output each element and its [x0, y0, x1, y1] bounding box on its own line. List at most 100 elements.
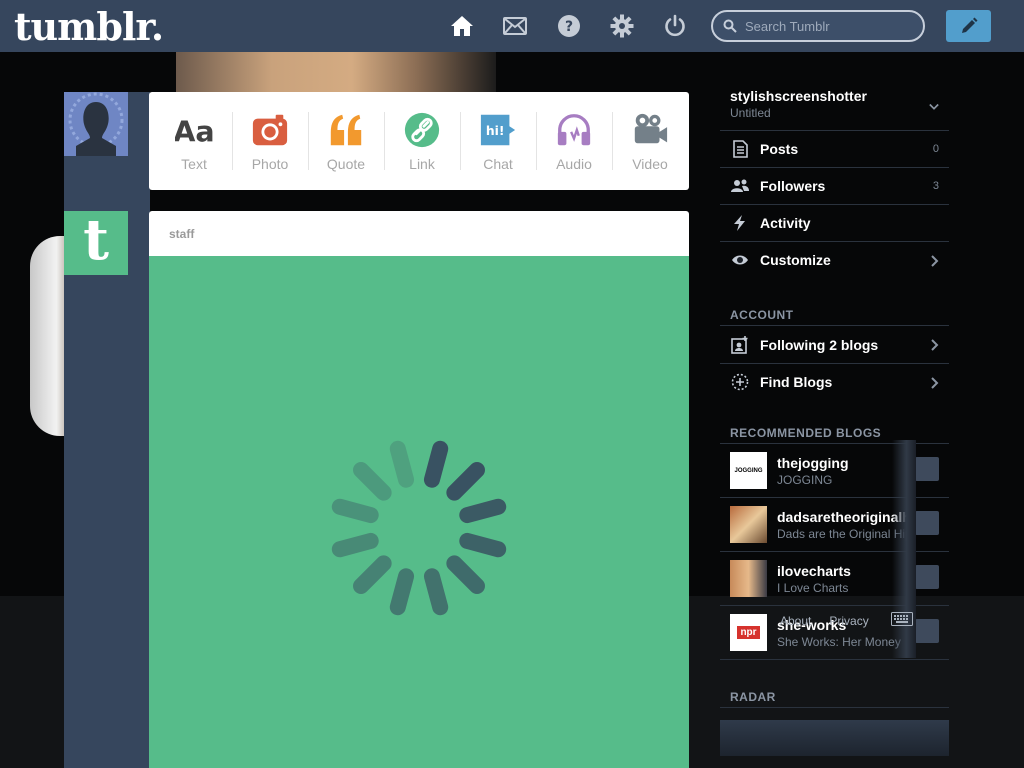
sidebar-item-label: Find Blogs: [760, 374, 833, 390]
recommended-blog-name: thejogging: [777, 454, 849, 471]
spinner-dash: [459, 532, 507, 558]
sidebar-item-following[interactable]: Following 2 blogs: [720, 326, 949, 363]
recommended-blog-desc: I Love Charts: [777, 580, 849, 595]
link-icon: [402, 110, 442, 150]
post-type-photo[interactable]: Photo: [232, 92, 308, 190]
chevron-down-icon[interactable]: [929, 100, 939, 118]
post-type-chat[interactable]: hi! Chat: [460, 92, 536, 190]
blog-header[interactable]: stylishscreenshotter Untitled: [720, 80, 949, 130]
svg-text:?: ?: [565, 19, 573, 35]
sidebar-item-customize[interactable]: Customize: [720, 241, 949, 278]
sidebar-item-label: Followers: [760, 178, 826, 194]
post-type-label: Chat: [483, 156, 513, 172]
recommended-blog-name: dadsaretheoriginalhipster: [777, 508, 907, 525]
post-type-link[interactable]: Link: [384, 92, 460, 190]
post-author[interactable]: staff: [149, 211, 689, 256]
power-icon[interactable]: [661, 12, 689, 40]
compose-post-button[interactable]: [946, 10, 991, 42]
recommended-blog-desc: Dads are the Original Hipster: [777, 526, 907, 541]
footer-links: About Privacy: [780, 612, 931, 629]
avatar-column: [64, 92, 150, 768]
headphones-icon: [554, 110, 594, 150]
spinner-dash: [389, 440, 415, 488]
eye-icon: [730, 250, 750, 270]
about-link[interactable]: About: [780, 614, 811, 628]
followers-count: 3: [932, 180, 939, 192]
user-avatar[interactable]: [64, 92, 128, 156]
post-type-label: Text: [181, 156, 207, 172]
mail-icon[interactable]: [501, 12, 529, 40]
keyboard-icon[interactable]: [890, 612, 913, 629]
recommended-blog-name: ilovecharts: [777, 562, 851, 579]
sidebar-item-find-blogs[interactable]: Find Blogs: [720, 363, 949, 400]
post-type-label: Audio: [556, 156, 592, 172]
post-type-label: Link: [409, 156, 435, 172]
spinner-dash: [446, 462, 485, 501]
top-navigation-bar: tumblr. ?: [0, 0, 1024, 52]
sidebar-item-label: Posts: [760, 141, 799, 157]
tumblr-logo[interactable]: tumblr.: [14, 4, 164, 49]
chevron-right-icon: [929, 254, 939, 272]
spinner-dash: [446, 555, 485, 594]
post-type-label: Quote: [326, 156, 366, 172]
quote-icon: [326, 110, 366, 150]
post-type-video[interactable]: Video: [612, 92, 688, 190]
post-media[interactable]: [149, 256, 689, 768]
recommended-blog-info: ilovecharts I Love Charts: [777, 563, 907, 595]
follow-button[interactable]: [915, 565, 939, 589]
compass-icon: [730, 372, 750, 392]
spinner-dash: [353, 555, 392, 594]
search-box[interactable]: [711, 10, 925, 42]
post-type-quote[interactable]: Quote: [308, 92, 384, 190]
contact-card-icon: [730, 335, 750, 355]
sidebar-item-label: Customize: [760, 252, 831, 268]
radar-preview[interactable]: [720, 720, 949, 756]
help-icon[interactable]: ?: [555, 12, 583, 40]
post-type-label: Photo: [251, 156, 289, 172]
pencil-icon: [961, 17, 977, 33]
svg-text:Aa: Aa: [175, 115, 213, 148]
post-type-bar: Aa Text Photo Quote Link hi! Chat Audio: [149, 92, 689, 190]
radar-section-title: RADAR: [720, 682, 949, 708]
blog-title: Untitled: [730, 106, 771, 120]
chevron-right-icon: [929, 376, 939, 394]
spinner-dash: [331, 498, 379, 524]
spinner-dash: [331, 532, 379, 558]
loading-spinner: [331, 440, 507, 616]
blog-avatar: [730, 506, 767, 543]
svg-text:hi!: hi!: [486, 124, 505, 138]
sidebar-item-label: Activity: [760, 215, 811, 231]
sidebar-item-label: Following 2 blogs: [760, 336, 879, 353]
document-icon: [730, 139, 750, 159]
recommended-blog-info: thejogging JOGGING: [777, 455, 907, 487]
chat-icon: hi!: [478, 110, 518, 150]
follow-button[interactable]: [915, 457, 939, 481]
posts-count: 0: [932, 143, 939, 155]
people-icon: [730, 176, 750, 196]
sidebar-item-activity[interactable]: Activity: [720, 204, 949, 241]
spinner-dash: [423, 440, 449, 488]
camera-icon: [250, 110, 290, 150]
gear-icon[interactable]: [608, 12, 636, 40]
search-icon: [723, 19, 737, 33]
blog-avatar: JOGGING: [730, 452, 767, 489]
post-type-audio[interactable]: Audio: [536, 92, 612, 190]
blog-avatar: [730, 560, 767, 597]
spinner-dash: [389, 568, 415, 616]
sidebar-item-posts[interactable]: Posts 0: [720, 130, 949, 167]
chevron-right-icon: [929, 338, 939, 356]
blog-avatar: npr: [730, 614, 767, 651]
account-section-title: ACCOUNT: [720, 300, 949, 326]
privacy-link[interactable]: Privacy: [829, 614, 868, 628]
post-type-text[interactable]: Aa Text: [156, 92, 232, 190]
staff-avatar[interactable]: t: [64, 211, 128, 275]
recommended-blog-desc: She Works: Her Money: [777, 634, 901, 649]
spinner-dash: [423, 568, 449, 616]
dashboard-post: staff: [149, 211, 689, 768]
recommended-blog-info: dadsaretheoriginalhipster Dads are the O…: [777, 509, 907, 541]
search-input[interactable]: [745, 18, 905, 34]
home-icon[interactable]: [448, 12, 476, 40]
sidebar-item-followers[interactable]: Followers 3: [720, 167, 949, 204]
follow-button[interactable]: [915, 511, 939, 535]
lightning-icon: [730, 213, 750, 233]
